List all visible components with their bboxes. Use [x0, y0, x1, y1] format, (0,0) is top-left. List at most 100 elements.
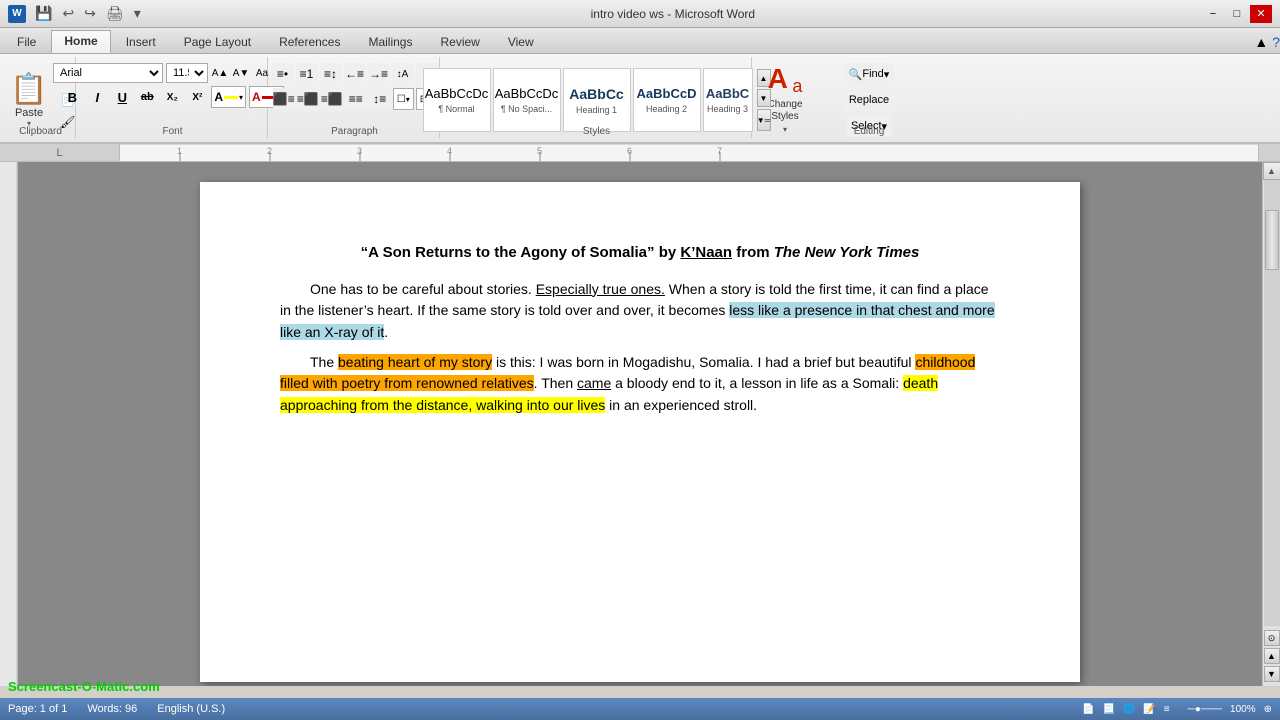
author-name: K’Naan	[680, 244, 732, 261]
minimize-button[interactable]: −	[1202, 5, 1224, 23]
line-spacing-button[interactable]: ↕≡	[369, 88, 391, 110]
style-heading1-label: Heading 1	[576, 105, 617, 115]
document-heading: “A Son Returns to the Agony of Somalia” …	[280, 242, 1000, 265]
paragraph-group: ≡• ≡1 ≡↕ ←≡ →≡ ↕A ¶ ⬛≡ ≡⬛ ≡⬛ ≡≡ ↕≡ ☐ ▾ ⊞	[270, 57, 440, 139]
increase-indent-button[interactable]: →≡	[368, 63, 390, 85]
highlight-blue-text: less like a presence in that chest and m…	[280, 302, 995, 340]
view-mode-web[interactable]: 🌐	[1123, 704, 1135, 715]
main-area: “A Son Returns to the Agony of Somalia” …	[0, 162, 1280, 686]
change-case-button[interactable]: Aa	[253, 64, 271, 82]
style-normal-label: ¶ Normal	[438, 104, 474, 114]
view-mode-print[interactable]: 📄	[1082, 704, 1094, 715]
tab-view[interactable]: View	[495, 31, 547, 53]
replace-button[interactable]: Replace	[844, 89, 894, 111]
decrease-indent-button[interactable]: ←≡	[344, 63, 366, 85]
strikethrough-button[interactable]: ab	[136, 86, 158, 108]
paste-button[interactable]: 📋 Paste ▾	[4, 70, 53, 130]
styles-more-button[interactable]: ▼═	[757, 109, 771, 131]
tab-references[interactable]: References	[266, 31, 353, 53]
font-row2: B I U ab X₂ X² A ▾ A ▾	[61, 86, 283, 108]
title-bar: W 💾 ↩ ↪ 🖨 ▾ intro video ws - Microsoft W…	[0, 0, 1280, 28]
scroll-thumb[interactable]	[1265, 210, 1279, 270]
align-right-button[interactable]: ≡⬛	[321, 88, 343, 110]
superscript-button[interactable]: X²	[186, 86, 208, 108]
title-left: W 💾 ↩ ↪ 🖨 ▾	[8, 5, 144, 23]
style-heading2[interactable]: AaBbCcD Heading 2	[633, 68, 701, 132]
style-normal-preview: AaBbCcDc	[425, 86, 489, 101]
prev-page-button[interactable]: ▲	[1264, 648, 1280, 664]
print-qa-button[interactable]: 🖨	[103, 5, 127, 22]
scroll-up-button[interactable]: ▲	[1263, 162, 1280, 180]
language-info: English (U.S.)	[157, 703, 225, 715]
scroll-extras: ⊙ ▲ ▼	[1264, 626, 1280, 686]
shading-button[interactable]: ☐ ▾	[393, 88, 414, 110]
find-button[interactable]: 🔍 Find ▾	[844, 63, 895, 85]
font-name-select[interactable]: Arial	[53, 63, 163, 83]
editing-label: Editing	[854, 126, 885, 137]
document-title: intro video ws - Microsoft Word	[144, 7, 1202, 21]
increase-font-button[interactable]: A▲	[211, 64, 229, 82]
subscript-button[interactable]: X₂	[161, 86, 183, 108]
quick-access-toolbar: 💾 ↩ ↪ 🖨 ▾	[32, 5, 144, 22]
save-qa-button[interactable]: 💾	[32, 5, 55, 22]
styles-label: Styles	[583, 126, 610, 137]
status-bar: Page: 1 of 1 Words: 96 English (U.S.) 📄 …	[0, 698, 1280, 720]
undo-arrow-button[interactable]: ↪	[81, 5, 99, 22]
tab-mailings[interactable]: Mailings	[355, 31, 425, 53]
italic-button[interactable]: I	[86, 86, 108, 108]
sort-button[interactable]: ↕A	[392, 63, 414, 85]
tab-page-layout[interactable]: Page Layout	[171, 31, 264, 53]
zoom-level: 100%	[1230, 704, 1256, 715]
multilevel-list-button[interactable]: ≡↕	[320, 63, 342, 85]
help-button[interactable]: ?	[1272, 34, 1280, 50]
close-button[interactable]: ✕	[1250, 5, 1272, 23]
text-highlight-button[interactable]: A ▾	[211, 86, 246, 108]
bold-button[interactable]: B	[61, 86, 83, 108]
font-size-select[interactable]: 11.5	[166, 63, 208, 83]
tab-home[interactable]: Home	[51, 30, 110, 53]
align-left-button[interactable]: ⬛≡	[273, 88, 295, 110]
decrease-font-button[interactable]: A▼	[232, 64, 250, 82]
paragraph-label: Paragraph	[331, 126, 378, 137]
tab-insert[interactable]: Insert	[113, 31, 169, 53]
style-normal[interactable]: AaBbCcDc ¶ Normal	[423, 68, 491, 132]
tab-review[interactable]: Review	[427, 31, 492, 53]
svg-text:4: 4	[447, 146, 452, 156]
align-center-button[interactable]: ≡⬛	[297, 88, 319, 110]
indent-2	[280, 352, 310, 374]
more-qa-button[interactable]: ▾	[131, 5, 144, 22]
tab-file[interactable]: File	[4, 31, 49, 53]
svg-text:7: 7	[717, 146, 722, 156]
ruler-left: L	[0, 144, 120, 161]
style-heading1[interactable]: AaBbCc Heading 1	[563, 68, 631, 132]
paragraph-1: One has to be careful about stories. Esp…	[280, 279, 1000, 344]
style-heading3[interactable]: AaBbC Heading 3	[703, 68, 753, 132]
statusbar-right: 📄 📃 🌐 📝 ≡ ─●─── 100% ⊕	[1082, 704, 1272, 715]
especially-true-ones: Especially true ones.	[536, 281, 665, 297]
numbered-list-button[interactable]: ≡1	[296, 63, 318, 85]
justify-button[interactable]: ≡≡	[345, 88, 367, 110]
view-mode-full[interactable]: 📃	[1102, 704, 1114, 715]
editing-group: 🔍 Find ▾ Replace Select ▾ Editing	[824, 57, 914, 139]
view-mode-outline[interactable]: ≡	[1164, 704, 1170, 715]
indent-1	[280, 279, 310, 301]
undo-qa-button[interactable]: ↩	[59, 5, 77, 22]
maximize-button[interactable]: □	[1226, 5, 1248, 23]
font-row1: Arial 11.5 A▲ A▼ Aa ✦	[53, 63, 292, 83]
underline-button[interactable]: U	[111, 86, 133, 108]
vertical-scrollbar[interactable]: ▲ ⊙ ▲ ▼	[1262, 162, 1280, 686]
paste-label: Paste	[15, 107, 43, 119]
style-heading2-preview: AaBbCcD	[637, 86, 697, 101]
scroll-track[interactable]	[1264, 180, 1280, 626]
bullets-button[interactable]: ≡•	[272, 63, 294, 85]
document-area[interactable]: “A Son Returns to the Agony of Somalia” …	[18, 162, 1262, 686]
select-browse-object-button[interactable]: ⊙	[1264, 630, 1280, 646]
style-no-spacing[interactable]: AaBbCcDc ¶ No Spaci...	[493, 68, 561, 132]
ribbon-collapse-button[interactable]: ▲	[1254, 34, 1268, 50]
view-mode-draft[interactable]: 📝	[1143, 704, 1155, 715]
zoom-slider[interactable]: ─●───	[1188, 704, 1222, 715]
next-page-button[interactable]: ▼	[1264, 666, 1280, 682]
zoom-in-button[interactable]: ⊕	[1264, 704, 1272, 715]
newspaper-name: The New York Times	[774, 244, 920, 261]
window-controls: − □ ✕	[1202, 5, 1272, 23]
